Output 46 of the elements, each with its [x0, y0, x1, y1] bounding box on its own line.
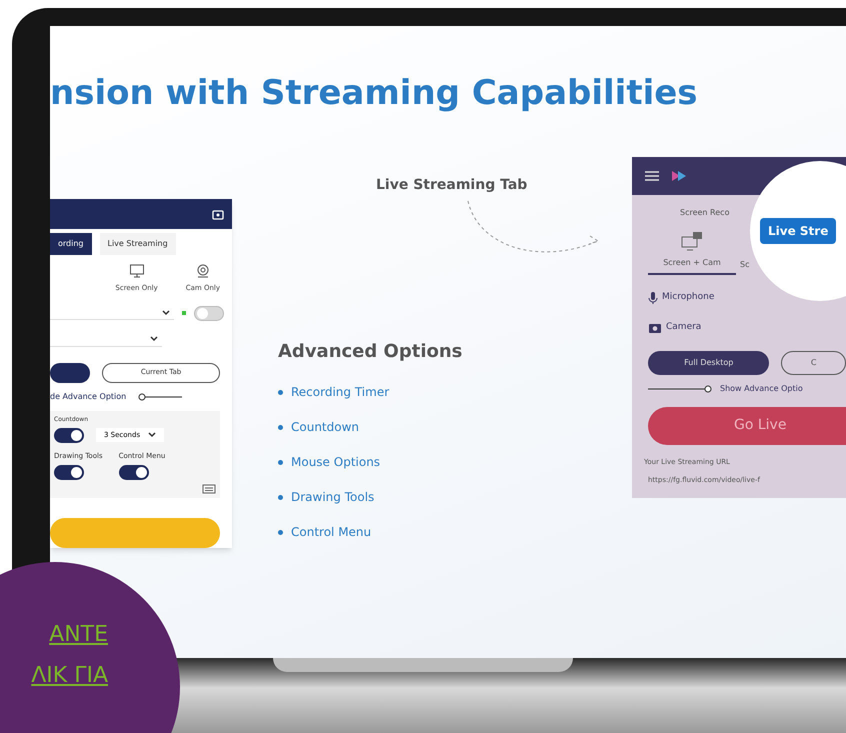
bullet-icon — [278, 530, 283, 534]
bullet-icon — [278, 460, 283, 464]
caret-icon — [148, 432, 156, 438]
webcam-icon — [194, 263, 211, 279]
keyboard-icon — [202, 484, 216, 494]
monitor-camera-icon — [680, 231, 704, 253]
advance-option-label: Show Advance Optio — [720, 382, 803, 394]
promo-link[interactable]: ΑΝΤΕ — [49, 618, 108, 651]
promo-link[interactable]: ΛΙΚ ΓΙΑ — [31, 659, 108, 692]
feature-item: Mouse Options — [291, 454, 380, 471]
feature-item: Control Menu — [291, 524, 372, 541]
advance-option-label: de Advance Option — [50, 390, 126, 402]
feature-item: Drawing Tools — [291, 489, 374, 506]
microphone-icon — [648, 291, 658, 305]
live-streaming-tab[interactable]: Live Stre — [760, 218, 836, 244]
source-button[interactable]: Full Desktop — [648, 350, 770, 374]
bullet-icon — [278, 390, 283, 394]
toggle-switch[interactable] — [54, 428, 84, 442]
mode-option[interactable]: Sc — [740, 259, 750, 275]
camera-icon — [648, 322, 662, 334]
feature-item: Recording Timer — [291, 384, 390, 401]
tab[interactable]: Live Streaming — [100, 233, 176, 255]
toggle-switch[interactable] — [194, 306, 224, 320]
screen-icon — [212, 208, 224, 220]
caret-icon — [150, 336, 158, 342]
source-button[interactable]: C — [781, 350, 846, 374]
source-button[interactable] — [50, 362, 90, 382]
callout-label: Live Streaming Tab — [376, 176, 528, 195]
toggle-switch[interactable] — [54, 465, 84, 480]
mode-option[interactable]: Screen + Cam — [648, 231, 736, 275]
device-label: Camera — [666, 321, 702, 334]
bullet-icon — [278, 424, 283, 430]
menu-icon[interactable] — [644, 170, 660, 182]
headline: nsion with Streaming Capabilities — [50, 72, 699, 115]
slider-icon[interactable] — [648, 384, 712, 392]
bullet-icon — [278, 494, 283, 500]
device-label: Microphone — [662, 291, 714, 304]
tab[interactable]: ording — [50, 233, 92, 255]
slider-icon[interactable] — [138, 392, 182, 400]
section-title: Advanced Options — [278, 340, 464, 364]
toggle-switch[interactable] — [118, 465, 149, 480]
monitor-icon — [128, 263, 145, 279]
tab[interactable]: Screen Reco — [680, 207, 730, 219]
feature-item: Countdown — [291, 419, 360, 436]
caret-icon — [162, 310, 170, 316]
go-live-button[interactable]: Go Live — [648, 406, 846, 444]
